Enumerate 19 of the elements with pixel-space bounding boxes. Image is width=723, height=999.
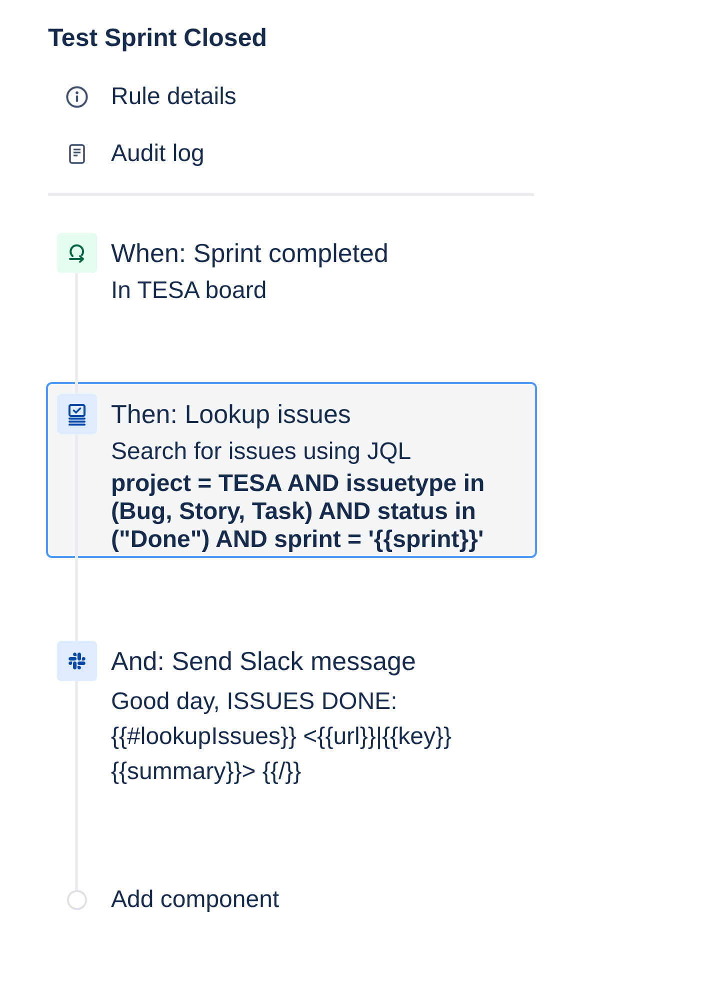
component-description: Search for issues using JQL [111,437,412,467]
monitor-check-icon [57,394,97,434]
hash-icon [57,641,97,681]
nav-link[interactable]: Audit log [46,134,204,174]
component-title: When: Sprint completed [111,237,390,270]
jql-query: project = TESA AND issuetype in (Bug, Story, Task) AND status in ("Done") AND sprint = '{{sprint}}' [111,470,486,554]
document-icon [69,144,85,164]
nav-link[interactable]: Rule details [46,77,236,117]
rule-title: Test Sprint Closed [48,23,268,53]
component-description: In TESA board [111,276,268,306]
timeline-node-icon [67,890,87,910]
rule-component-card[interactable]: Then: Lookup issues Search for issues using JQL project = TESA AND issuetype in (Bug, Story, Task) AND status in ("Done") AND sprint = '{{sprint}}' [46,382,537,558]
rule-component-card[interactable]: When: Sprint completed In TESA board [46,221,537,311]
info-icon [66,86,88,108]
add-component-button[interactable]: Add component [57,880,280,920]
message-text: Good day, ISSUES DONE: {{#lookupIssues}} <{{url}}|{{key}} {{summary}}> {{/}} [111,687,453,787]
component-title: Then: Lookup issues [111,398,352,431]
rule-component-card[interactable]: And: Send Slack message Good day, ISSUES DONE: {{#lookupIssues}} <{{url}}|{{key}} {{summary}}> {{/}} [46,629,537,793]
component-title: And: Send Slack message [111,645,417,678]
